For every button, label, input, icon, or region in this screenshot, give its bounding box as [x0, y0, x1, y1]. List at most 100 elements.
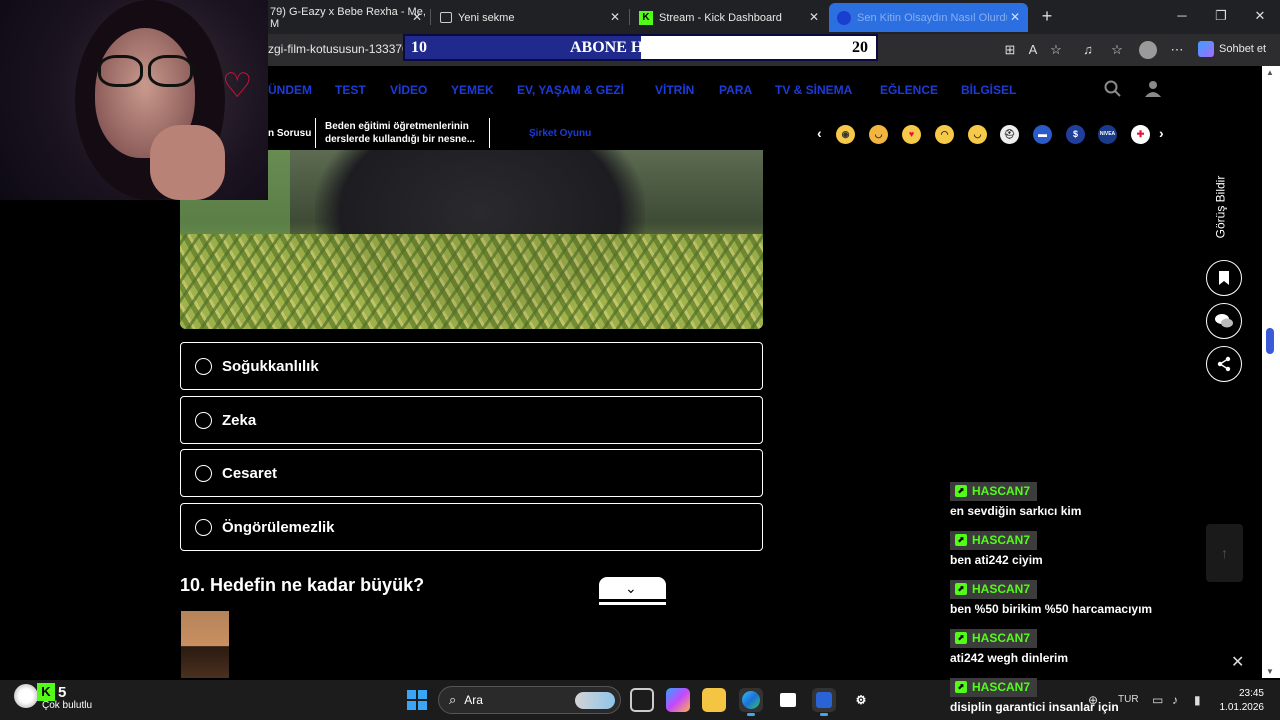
nav-item-ev-yasam[interactable]: EV, YAŞAM & GEZİ [517, 83, 624, 97]
favorite-star-icon[interactable]: ☆ [1047, 41, 1065, 59]
sad-emoji-icon[interactable]: ◠ [935, 125, 954, 144]
app-icon-blue[interactable] [812, 688, 836, 716]
share-icon [1217, 356, 1231, 372]
helmet-badge-icon[interactable]: ⛑ [1000, 125, 1019, 144]
scroll-to-top-button[interactable]: ↑ [1206, 524, 1243, 582]
profile-avatar[interactable] [1139, 41, 1157, 59]
answer-option[interactable]: Cesaret [180, 449, 763, 497]
nav-item-video[interactable]: VİDEO [390, 83, 427, 97]
chat-message: ⬈ HASCAN7 ben %50 birikim %50 harcamacıyı… [950, 578, 1152, 616]
maximize-button[interactable]: ❐ [1211, 8, 1231, 24]
chat-username-badge: ⬈ HASCAN7 [950, 579, 1038, 599]
nav-item-test[interactable]: TEST [335, 83, 366, 97]
chat-message: ⬈ HASCAN7 ati242 wegh dinlerim [950, 627, 1068, 665]
scrollbar-thumb[interactable] [1266, 328, 1274, 354]
new-tab-button[interactable]: + [1037, 6, 1057, 27]
answer-option[interactable]: Öngörülemezlik [180, 503, 763, 551]
close-icon[interactable]: ✕ [809, 10, 819, 24]
nav-item-tv-sinema[interactable]: TV & SİNEMA [775, 83, 852, 97]
expand-button[interactable]: ⌄ [599, 577, 666, 605]
extensions-icon[interactable]: ♫ [1079, 41, 1097, 59]
edge-browser-icon[interactable] [739, 688, 763, 716]
heart-neon-icon: ♡ [222, 67, 253, 105]
nav-item-yemek[interactable]: YEMEK [451, 83, 494, 97]
taskbar-search[interactable]: ⌕ Ara [438, 686, 621, 714]
tab-separator [629, 9, 630, 25]
close-icon[interactable]: ✕ [1010, 10, 1020, 24]
tab-new-tab[interactable]: Yeni sekme ✕ [432, 3, 628, 32]
chevron-left-icon[interactable]: ‹ [817, 125, 822, 141]
minimize-button[interactable]: ─ [1172, 8, 1192, 23]
split-screen-icon[interactable]: ⊞ [1001, 41, 1019, 59]
grin-emoji-icon[interactable]: ◡ [968, 125, 987, 144]
nav-item-eglence[interactable]: EĞLENCE [880, 83, 938, 97]
heart-eyes-emoji-icon[interactable]: ♥ [902, 125, 921, 144]
task-view-icon[interactable] [630, 688, 654, 712]
nav-item-para[interactable]: PARA [719, 83, 752, 97]
store-app-icon[interactable] [776, 688, 800, 712]
weather-label: Çok bulutlu [42, 700, 93, 711]
weather-cloud-icon[interactable] [14, 684, 38, 708]
tab-quiz-page[interactable]: Sen Kitin Olsaydın Nasıl Olurdun ✕ [829, 3, 1028, 32]
kick-logo-icon: K [37, 683, 55, 701]
read-aloud-icon[interactable]: A [1024, 41, 1042, 59]
kick-badge-icon: ⬈ [955, 583, 967, 595]
comments-button[interactable] [1206, 303, 1242, 339]
comments-icon [1215, 314, 1233, 328]
goal-end-value: 20 [852, 39, 868, 56]
smile-emoji-icon[interactable]: ◡ [869, 125, 888, 144]
language-indicator[interactable]: TUR [1118, 694, 1139, 705]
close-window-button[interactable]: ✕ [1250, 8, 1270, 24]
user-icon[interactable] [1145, 80, 1161, 102]
copilot-app-icon[interactable] [666, 688, 690, 712]
nav-item-gundem[interactable]: ÜNDEM [268, 83, 312, 97]
more-menu-icon[interactable]: ⋯ [1168, 41, 1186, 59]
glasses-emoji-icon[interactable]: ◉ [836, 125, 855, 144]
nav-item-vitrin[interactable]: VİTRİN [655, 83, 694, 97]
nivea-badge-icon[interactable]: NIVEA [1098, 125, 1117, 144]
radio-button[interactable] [195, 464, 212, 482]
chat-message: ⬈ HASCAN7 disiplin garantici insanlar içi… [950, 676, 1119, 714]
bookmark-button[interactable] [1206, 260, 1242, 296]
taskbar-clock[interactable]: 23:45 1.01.2026 [1218, 687, 1265, 715]
file-explorer-icon[interactable] [702, 688, 726, 712]
tab-kick-dashboard[interactable]: K Stream - Kick Dashboard ✕ [631, 3, 827, 32]
copilot-icon [1198, 41, 1214, 57]
scroll-down-icon[interactable]: ▼ [1266, 667, 1274, 676]
nav-item-bilgisel[interactable]: BİLGİSEL [961, 83, 1016, 97]
divider [315, 118, 316, 148]
subnav-item[interactable]: n Sorusu [268, 116, 311, 150]
answer-option[interactable]: Zeka [180, 396, 763, 444]
radio-button[interactable] [195, 518, 212, 536]
scroll-up-icon[interactable]: ▲ [1266, 68, 1274, 77]
settings-gear-icon[interactable]: ⚙ [849, 688, 873, 712]
favorites-icon[interactable]: ☆ [1108, 41, 1126, 59]
kick-badge-icon: ⬈ [955, 485, 967, 497]
webcam-overlay: ♡ [0, 0, 268, 200]
feedback-tab[interactable]: Görüş Bildir [1213, 174, 1234, 244]
page-scrollbar[interactable]: ▲ ▼ [1262, 66, 1280, 678]
kick-badge-icon: ⬈ [955, 632, 967, 644]
chevron-right-icon[interactable]: › [1159, 125, 1164, 141]
brand-badge-icon[interactable]: ▬ [1033, 125, 1052, 144]
radio-button[interactable] [195, 357, 212, 375]
tab-youtube[interactable]: 79) G-Eazy x Bebe Rexha - Me, M ✕ [262, 3, 430, 32]
dollar-badge-icon[interactable]: $ [1066, 125, 1085, 144]
display-icon[interactable]: ▭ [1152, 693, 1163, 707]
close-icon[interactable]: ✕ [1231, 652, 1244, 672]
close-icon[interactable]: ✕ [610, 10, 620, 24]
copilot-chat-button[interactable]: Sohbet et [1198, 41, 1266, 57]
answer-option[interactable]: Soğukkanlılık [180, 342, 763, 390]
subnav-item[interactable]: Şirket Oyunu [529, 116, 591, 150]
search-icon[interactable] [1104, 80, 1121, 102]
radio-button[interactable] [195, 411, 212, 429]
battery-icon[interactable]: ▮ [1194, 693, 1201, 707]
subnav-item[interactable]: Beden eğitimi öğretmenlerinin derslerde … [325, 116, 485, 150]
url-field[interactable]: zgi-film-kotususun-133370 [268, 42, 409, 56]
volume-icon[interactable]: ♪ [1172, 693, 1178, 707]
close-icon[interactable]: ✕ [412, 10, 422, 24]
arrow-up-icon: ↑ [1221, 545, 1228, 561]
windows-start-icon[interactable] [407, 690, 427, 710]
plus-badge-icon[interactable]: ✚ [1131, 125, 1150, 144]
share-button[interactable] [1206, 346, 1242, 382]
